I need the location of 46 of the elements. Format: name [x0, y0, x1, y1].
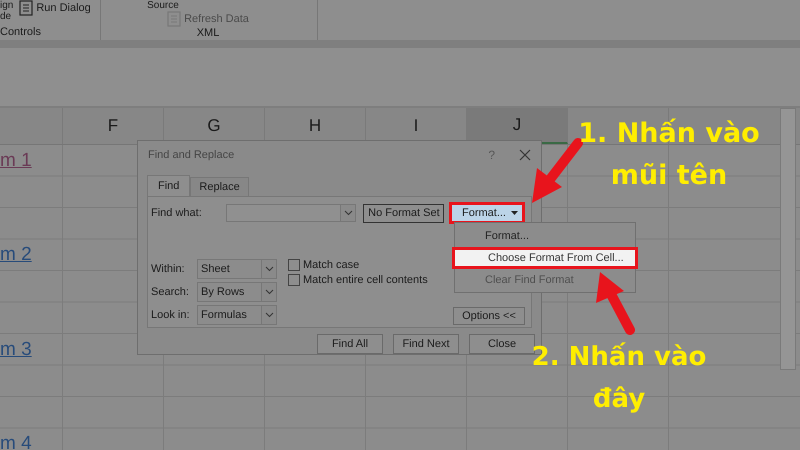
- arrow: [532, 138, 583, 203]
- checkbox-label: Match entire cell contents: [303, 274, 428, 286]
- field-label: Within:: [151, 263, 186, 275]
- hyperlink[interactable]: m 4: [0, 433, 32, 450]
- dialog-button[interactable]: Find Next: [393, 334, 459, 354]
- field-label: Look in:: [151, 309, 191, 321]
- ribbon-button[interactable]: Run Dialog: [19, 0, 91, 16]
- group-label: Controls: [0, 26, 42, 38]
- chevron-down-icon: [264, 289, 274, 295]
- caret-icon[interactable]: [511, 211, 518, 215]
- hyperlink[interactable]: m 2: [0, 244, 32, 266]
- scrollbar[interactable]: [780, 108, 796, 370]
- column-header[interactable]: J: [467, 108, 568, 144]
- menu-item[interactable]: Choose Format From Cell...: [452, 247, 638, 269]
- format-button[interactable]: Format...: [462, 206, 506, 220]
- options-button[interactable]: Options <<: [453, 307, 525, 325]
- checkbox[interactable]: [288, 259, 300, 271]
- checkbox-label: Match case: [303, 259, 360, 271]
- ribbon-label: de: [0, 11, 12, 22]
- field-label: Search:: [151, 286, 190, 298]
- document-icon: [19, 0, 34, 16]
- ribbon-label: ign: [0, 0, 14, 11]
- checkbox[interactable]: [288, 274, 300, 286]
- dropdown[interactable]: Sheet: [197, 259, 277, 279]
- hyperlink[interactable]: m 1: [0, 150, 32, 172]
- chevron-down-icon: [264, 266, 274, 272]
- chevron-down-icon: [344, 210, 353, 216]
- ribbon-label: Source: [147, 0, 179, 11]
- menu-item[interactable]: Format...: [455, 225, 635, 247]
- format-split-button[interactable]: Format...: [449, 202, 525, 224]
- field-label: Find what:: [151, 207, 203, 219]
- dialog-button[interactable]: Find All: [317, 334, 383, 354]
- no-format-set-button[interactable]: No Format Set: [363, 204, 444, 222]
- group-label: XML: [196, 27, 220, 39]
- dialog-title: Find and Replace: [148, 149, 236, 161]
- tab[interactable]: Find: [147, 175, 190, 196]
- annotation-text: 1. Nhấn vào mũi tên: [577, 117, 761, 193]
- dropdown[interactable]: By Rows: [197, 282, 277, 302]
- close-icon[interactable]: [519, 149, 531, 161]
- arrow: [596, 272, 635, 335]
- tab[interactable]: Replace: [190, 177, 249, 196]
- find-what-field[interactable]: [226, 204, 356, 222]
- chevron-down-icon: [264, 312, 274, 318]
- dropdown[interactable]: Formulas: [197, 305, 277, 325]
- dialog-button[interactable]: Close: [469, 334, 535, 354]
- hyperlink[interactable]: m 3: [0, 338, 32, 361]
